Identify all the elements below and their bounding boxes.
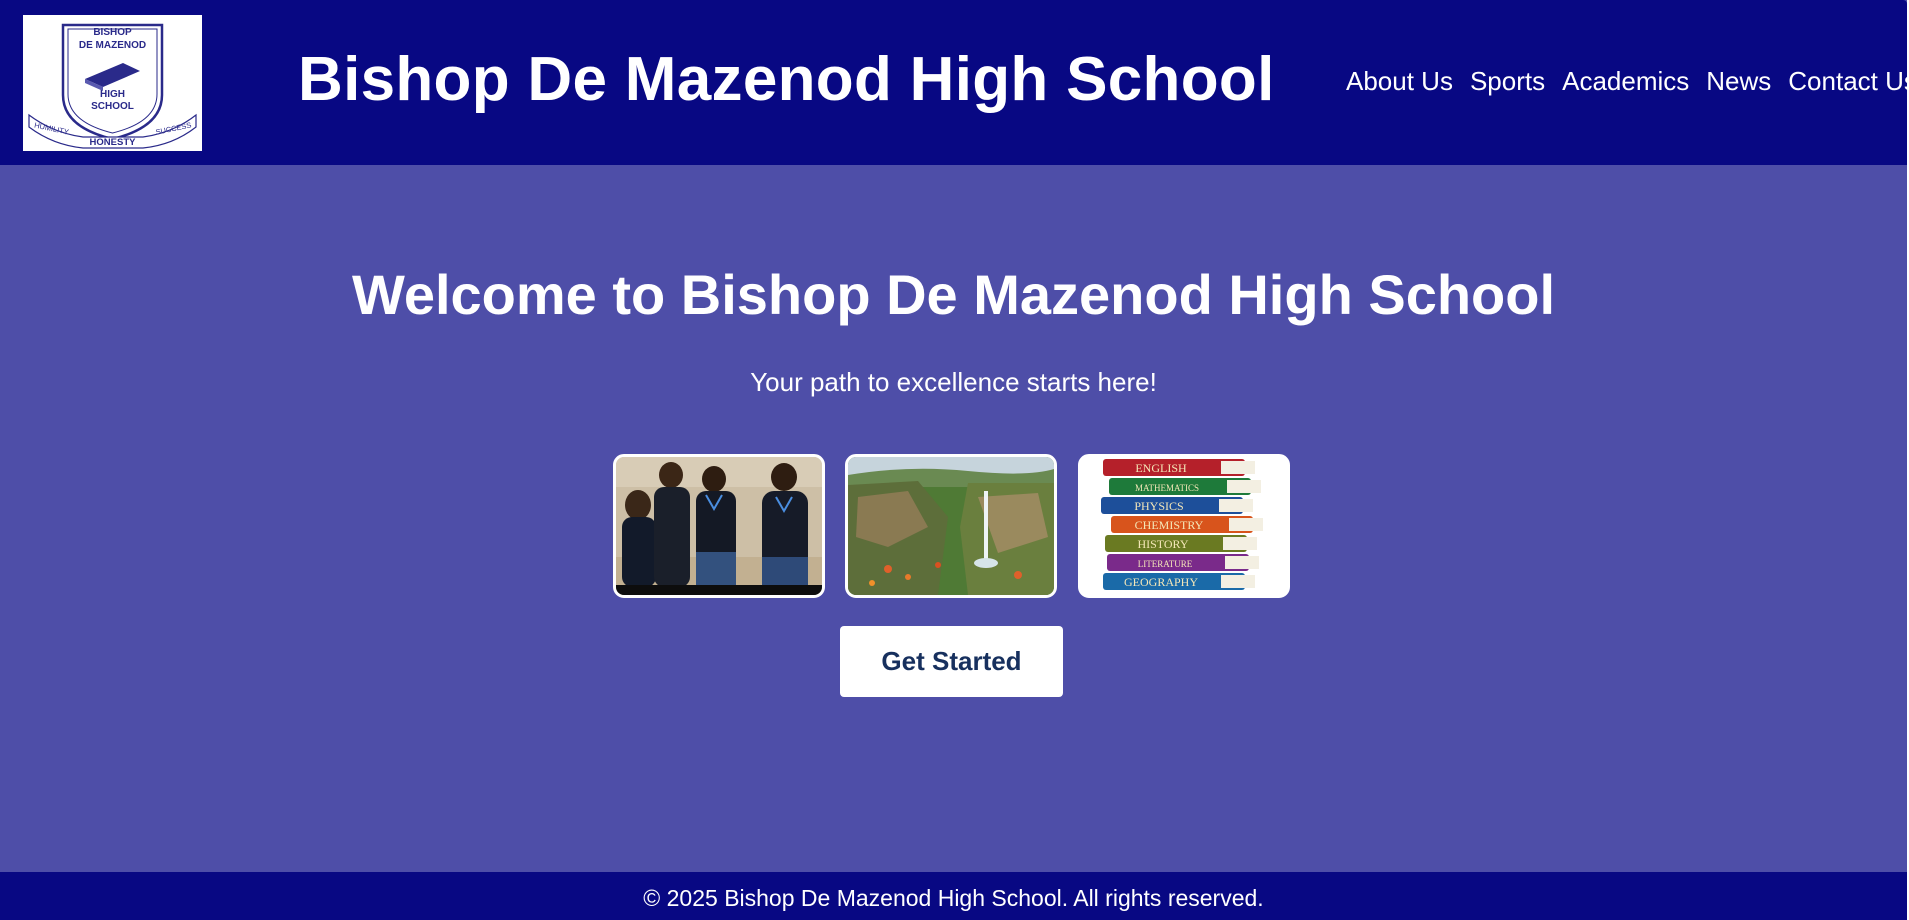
nav-link-academics[interactable]: Academics <box>1562 66 1689 97</box>
book-pages <box>1227 480 1261 493</box>
nav-link-about-us[interactable]: About Us <box>1346 66 1453 97</box>
book-spine-label: MATHEMATICS <box>1135 483 1199 493</box>
logo-text-line1: BISHOP <box>93 27 132 38</box>
book-pages <box>1225 556 1259 569</box>
site-footer: © 2025 Bishop De Mazenod High School. Al… <box>0 872 1907 920</box>
logo-text-line4: SCHOOL <box>91 101 134 112</box>
students-photo <box>616 457 822 595</box>
school-crest-icon: BISHOP DE MAZENOD HIGH SCHOOL HUMILITY H… <box>28 23 197 149</box>
book-pages <box>1221 575 1255 588</box>
gallery-image-students[interactable] <box>613 454 825 598</box>
waterfall-photo <box>848 457 1054 595</box>
get-started-button[interactable]: Get Started <box>840 626 1063 697</box>
main-nav: About Us Sports Academics News Contact Us <box>1346 66 1907 106</box>
book-spine-label: CHEMISTRY <box>1135 518 1204 532</box>
site-title: Bishop De Mazenod High School <box>298 45 1275 114</box>
nav-link-news[interactable]: News <box>1706 66 1771 97</box>
logo-motto-center: HONESTY <box>90 137 137 148</box>
site-header: BISHOP DE MAZENOD HIGH SCHOOL HUMILITY H… <box>0 0 1907 165</box>
book-spine-label: GEOGRAPHY <box>1124 575 1198 589</box>
hero-subtitle: Your path to excellence starts here! <box>750 367 1157 397</box>
book-pages <box>1223 537 1257 550</box>
nav-link-sports[interactable]: Sports <box>1470 66 1545 97</box>
book-spine-label: ENGLISH <box>1135 461 1187 475</box>
logo-text-line2: DE MAZENOD <box>79 40 146 51</box>
book-pages <box>1229 518 1263 531</box>
hero-title: Welcome to Bishop De Mazenod High School <box>351 263 1556 326</box>
book-pages <box>1221 461 1255 474</box>
school-logo[interactable]: BISHOP DE MAZENOD HIGH SCHOOL HUMILITY H… <box>23 15 202 151</box>
books-photo: ENGLISH MATHEMATICS PHYSICS CHEMISTRY HISTOR… <box>1081 457 1287 595</box>
page: BISHOP DE MAZENOD HIGH SCHOOL HUMILITY H… <box>0 0 1907 920</box>
book-spine-label: LITERATURE <box>1138 559 1193 569</box>
book-pages <box>1219 499 1253 512</box>
book-spine-label: HISTORY <box>1137 537 1188 551</box>
image-gallery: ENGLISH MATHEMATICS PHYSICS CHEMISTRY HISTOR… <box>0 454 1907 598</box>
logo-text-line3: HIGH <box>100 89 125 100</box>
book-spine-label: PHYSICS <box>1134 499 1183 513</box>
gallery-image-books[interactable]: ENGLISH MATHEMATICS PHYSICS CHEMISTRY HISTOR… <box>1078 454 1290 598</box>
gallery-image-waterfall[interactable] <box>845 454 1057 598</box>
copyright-text: © 2025 Bishop De Mazenod High School. Al… <box>643 885 1264 911</box>
nav-link-contact-us[interactable]: Contact Us <box>1788 66 1907 97</box>
